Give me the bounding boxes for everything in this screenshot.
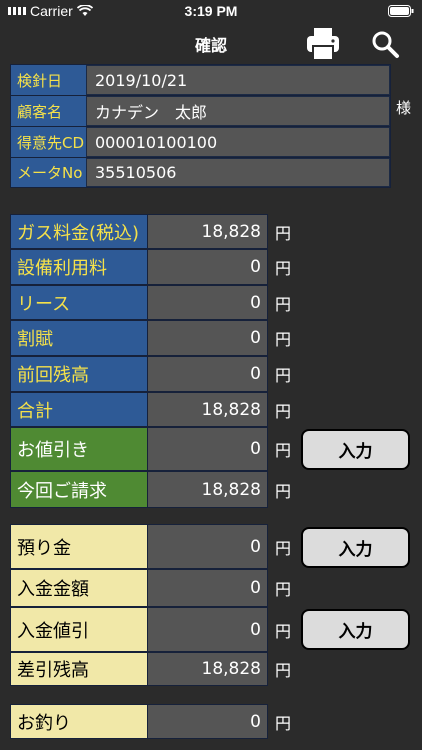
charge-label-installment: 割賦 <box>11 321 147 355</box>
payment-label-amount: 入金金額 <box>11 570 147 606</box>
info-label-meter: メータNo <box>11 158 86 187</box>
unit-yen: 円 <box>275 366 292 385</box>
payment-value-balance: 18,828 <box>148 653 267 685</box>
unit-yen: 円 <box>275 713 292 733</box>
charge-label-current-billing: 今回ご請求 <box>11 472 147 507</box>
charge-value-gas: 18,828 <box>148 215 267 248</box>
signal-icon <box>8 7 26 15</box>
payment-label-deposit: 預り金 <box>11 525 147 568</box>
charge-value-installment: 0 <box>148 321 267 355</box>
deposit-input-button[interactable]: 入力 <box>301 527 410 568</box>
payment-discount-input-button[interactable]: 入力 <box>301 609 410 650</box>
info-label-date: 検針日 <box>11 65 86 95</box>
info-value-customer: カナデン 太郎 <box>86 96 390 126</box>
unit-yen: 円 <box>275 580 292 599</box>
info-value-date: 2019/10/21 <box>86 65 390 95</box>
unit-yen: 円 <box>275 401 292 421</box>
payment-label-discount: 入金値引 <box>11 608 147 651</box>
unit-yen: 円 <box>275 223 292 243</box>
charge-value-equipment: 0 <box>148 250 267 284</box>
status-left: Carrier <box>8 3 93 19</box>
charge-label-lease: リース <box>11 286 147 319</box>
change-label: お釣り <box>11 705 147 738</box>
charge-value-current-billing: 18,828 <box>148 472 267 507</box>
charge-label-equipment: 設備利用料 <box>11 250 147 284</box>
wifi-icon <box>76 5 93 16</box>
battery-icon <box>388 4 414 20</box>
charge-label-gas: ガス料金(税込) <box>11 215 147 248</box>
charge-value-previous-balance: 0 <box>148 357 267 391</box>
discount-input-button[interactable]: 入力 <box>301 429 410 470</box>
unit-yen: 円 <box>275 621 292 641</box>
charge-value-lease: 0 <box>148 286 267 319</box>
payment-value-deposit: 0 <box>148 525 267 568</box>
status-bar: 3:19 PM Carrier <box>0 0 422 26</box>
info-label-customer: 顧客名 <box>11 96 86 126</box>
unit-yen: 円 <box>275 538 292 558</box>
print-button[interactable] <box>305 26 341 62</box>
payment-value-discount: 0 <box>148 608 267 651</box>
payment-label-balance: 差引残高 <box>11 653 147 685</box>
search-button[interactable] <box>370 29 400 59</box>
charge-label-previous-balance: 前回残高 <box>11 357 147 391</box>
unit-yen: 円 <box>275 481 292 501</box>
unit-yen: 円 <box>275 294 292 314</box>
page-title: 確認 <box>194 36 227 55</box>
honorific: 様 <box>396 99 412 117</box>
charge-value-discount: 0 <box>148 428 267 470</box>
charge-label-total: 合計 <box>11 393 147 426</box>
carrier-name: Carrier <box>30 3 73 19</box>
info-label-client-cd: 得意先CD <box>11 127 86 157</box>
unit-yen: 円 <box>275 441 292 460</box>
unit-yen: 円 <box>275 330 292 349</box>
unit-yen: 円 <box>275 259 292 278</box>
printer-icon <box>307 28 339 61</box>
change-value: 0 <box>148 705 267 738</box>
payment-value-amount: 0 <box>148 570 267 606</box>
info-value-client-cd: 000010100100 <box>86 127 390 157</box>
info-value-meter: 35510506 <box>86 158 390 187</box>
unit-yen: 円 <box>275 661 292 680</box>
charge-value-total: 18,828 <box>148 393 267 426</box>
nav-bar: 確認 <box>0 26 422 62</box>
search-icon <box>372 31 399 58</box>
charge-label-discount: お値引き <box>11 428 147 470</box>
